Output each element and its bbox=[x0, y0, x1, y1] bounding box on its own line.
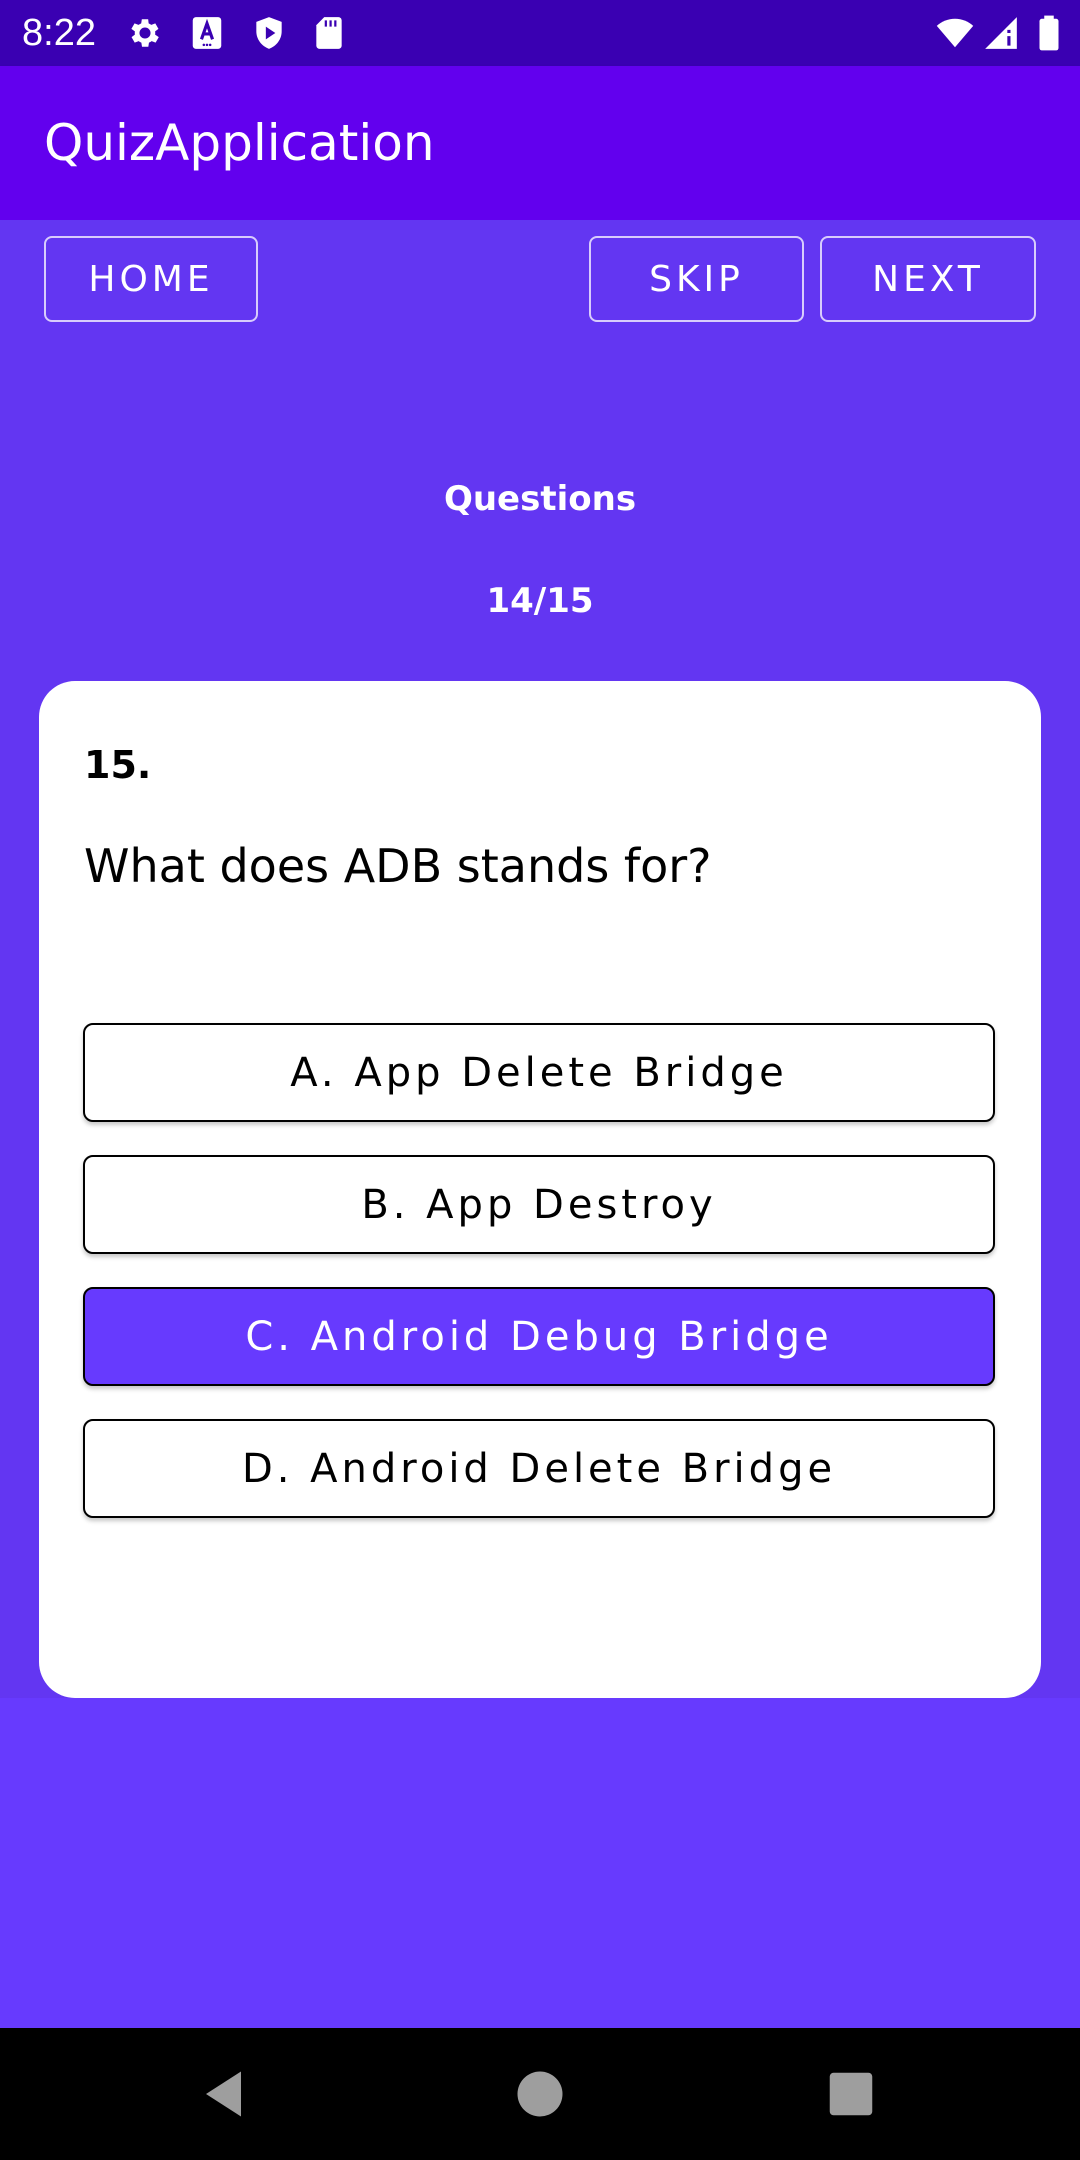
battery-icon bbox=[1030, 14, 1068, 52]
home-circle-icon[interactable] bbox=[510, 2064, 570, 2124]
quiz-screen: 8:22 QuizApplication HOME SKIP NEXT Ques… bbox=[0, 0, 1080, 2160]
option-a-button[interactable]: A. App Delete Bridge bbox=[83, 1023, 995, 1122]
question-number: 15. bbox=[84, 743, 152, 787]
gear-icon bbox=[126, 14, 164, 52]
question-progress: 14/15 bbox=[486, 581, 594, 621]
system-nav-bar bbox=[0, 2028, 1080, 2160]
home-button[interactable]: HOME bbox=[44, 236, 258, 322]
recents-icon[interactable] bbox=[821, 2064, 881, 2124]
wifi-icon bbox=[936, 14, 974, 52]
option-b-button[interactable]: B. App Destroy bbox=[83, 1155, 995, 1254]
option-d-button[interactable]: D. Android Delete Bridge bbox=[83, 1419, 995, 1518]
status-time: 8:22 bbox=[22, 12, 96, 54]
app-bar: QuizApplication bbox=[0, 66, 1080, 220]
lower-background bbox=[0, 1698, 1080, 2028]
question-text: What does ADB stands for? bbox=[84, 839, 712, 893]
app-title: QuizApplication bbox=[44, 114, 435, 172]
sd-card-icon bbox=[310, 14, 348, 52]
option-c-button[interactable]: C. Android Debug Bridge bbox=[83, 1287, 995, 1386]
signal-icon bbox=[982, 14, 1020, 52]
shield-play-icon bbox=[250, 14, 288, 52]
skip-button[interactable]: SKIP bbox=[589, 236, 804, 322]
font-a-icon bbox=[188, 14, 226, 52]
next-button[interactable]: NEXT bbox=[820, 236, 1036, 322]
question-card: 15. What does ADB stands for? A. App Del… bbox=[39, 681, 1041, 1698]
back-icon[interactable] bbox=[196, 2064, 256, 2124]
status-bar: 8:22 bbox=[0, 0, 1080, 66]
questions-label: Questions bbox=[443, 479, 637, 519]
